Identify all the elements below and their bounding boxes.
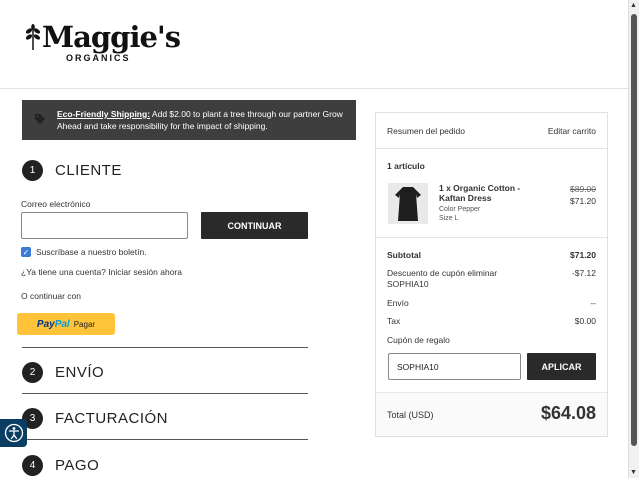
- total-label: Total (USD): [387, 410, 434, 420]
- step-customer: 1 CLIENTE: [22, 160, 122, 181]
- step-number: 1: [22, 160, 43, 181]
- tax-label: Tax: [387, 316, 401, 326]
- step-billing: 3 FACTURACIÓN: [22, 408, 168, 429]
- coupon-field[interactable]: SOPHIA10: [388, 353, 521, 380]
- gift-coupon-label: Cupón de regalo: [387, 335, 450, 345]
- tax-value: $0.00: [574, 316, 596, 326]
- brand-subtitle: ORGANICS: [66, 53, 131, 63]
- paypal-button[interactable]: Pay Pal Pagar: [17, 313, 115, 335]
- account-prompt: ¿Ya tiene una cuenta? Iniciar sesión aho…: [21, 267, 182, 277]
- item-name: 1 x Organic Cotton - Kaftan Dress: [439, 183, 521, 203]
- apply-coupon-button[interactable]: APLICAR: [527, 353, 596, 380]
- item-old-price: $89.00: [570, 184, 596, 194]
- scroll-thumb[interactable]: [631, 14, 637, 446]
- discount-value: -$7.12: [571, 268, 596, 278]
- product-image: [388, 183, 428, 224]
- step-title: PAGO: [55, 457, 100, 474]
- item-count: 1 artículo: [387, 161, 425, 171]
- subtotal-label: Subtotal: [387, 250, 421, 260]
- continue-button[interactable]: CONTINUAR: [201, 212, 308, 239]
- summary-divider: [376, 148, 607, 149]
- eco-shipping-link[interactable]: Eco-Friendly Shipping:: [57, 109, 150, 119]
- kaftan-dress-icon: [395, 187, 421, 221]
- item-price: $71.20: [570, 196, 596, 206]
- section-divider: [22, 347, 308, 348]
- brand-name: Maggie's: [42, 20, 181, 54]
- discount-label-text: Descuento de cupón: [387, 268, 465, 278]
- shipping-label: Envío: [387, 298, 409, 308]
- summary-title: Resumen del pedido: [387, 126, 465, 136]
- item-color: Color Pepper: [439, 206, 481, 213]
- step-title: CLIENTE: [55, 162, 122, 179]
- have-account-text: ¿Ya tiene una cuenta?: [21, 267, 106, 277]
- step-payment: 4 PAGO: [22, 455, 99, 476]
- summary-divider: [376, 237, 607, 238]
- discount-code: SOPHIA10: [387, 279, 429, 289]
- newsletter-label: Suscríbase a nuestro boletín.: [36, 247, 147, 257]
- page-scrollbar[interactable]: ▲ ▼: [628, 0, 639, 478]
- sign-in-link[interactable]: Iniciar sesión ahora: [108, 267, 182, 277]
- step-number: 4: [22, 455, 43, 476]
- site-header: Maggie's ORGANICS: [0, 0, 628, 89]
- brand-logo[interactable]: Maggie's ORGANICS: [24, 20, 181, 68]
- total-row: Total (USD) $64.08: [376, 393, 607, 436]
- total-value: $64.08: [540, 403, 596, 423]
- edit-cart-link[interactable]: Editar carrito: [548, 126, 596, 136]
- item-size: Size L: [439, 215, 459, 222]
- step-number: 2: [22, 362, 43, 383]
- subtotal-value: $71.20: [570, 250, 596, 260]
- newsletter-checkbox[interactable]: ✓: [21, 247, 31, 257]
- scroll-down-icon[interactable]: ▼: [630, 469, 637, 476]
- paypal-logo-pay: Pay: [36, 318, 55, 330]
- accessibility-icon: [4, 423, 23, 443]
- shipping-value: --: [590, 298, 596, 308]
- wheat-leaf-icon: [25, 24, 41, 50]
- paypal-label: Pagar: [73, 319, 96, 329]
- or-continue-label: O continuar con: [21, 291, 82, 301]
- step-title: FACTURACIÓN: [55, 410, 169, 427]
- step-shipping: 2 ENVÍO: [22, 362, 104, 383]
- scroll-up-icon[interactable]: ▲: [630, 2, 637, 9]
- email-label: Correo electrónico: [21, 199, 91, 209]
- eco-shipping-banner: Eco-Friendly Shipping: Add $2.00 to plan…: [22, 100, 356, 140]
- section-divider: [22, 393, 308, 394]
- section-divider: [22, 439, 308, 440]
- order-summary: Resumen del pedido Editar carrito 1 artí…: [375, 112, 608, 437]
- paypal-logo-pal: Pal: [54, 318, 70, 330]
- email-field[interactable]: [21, 212, 188, 239]
- remove-coupon-link[interactable]: eliminar: [467, 268, 497, 278]
- tag-icon: [35, 114, 45, 124]
- step-title: ENVÍO: [55, 364, 105, 381]
- accessibility-button[interactable]: [0, 419, 27, 447]
- discount-label: Descuento de cupón eliminar: [387, 268, 497, 278]
